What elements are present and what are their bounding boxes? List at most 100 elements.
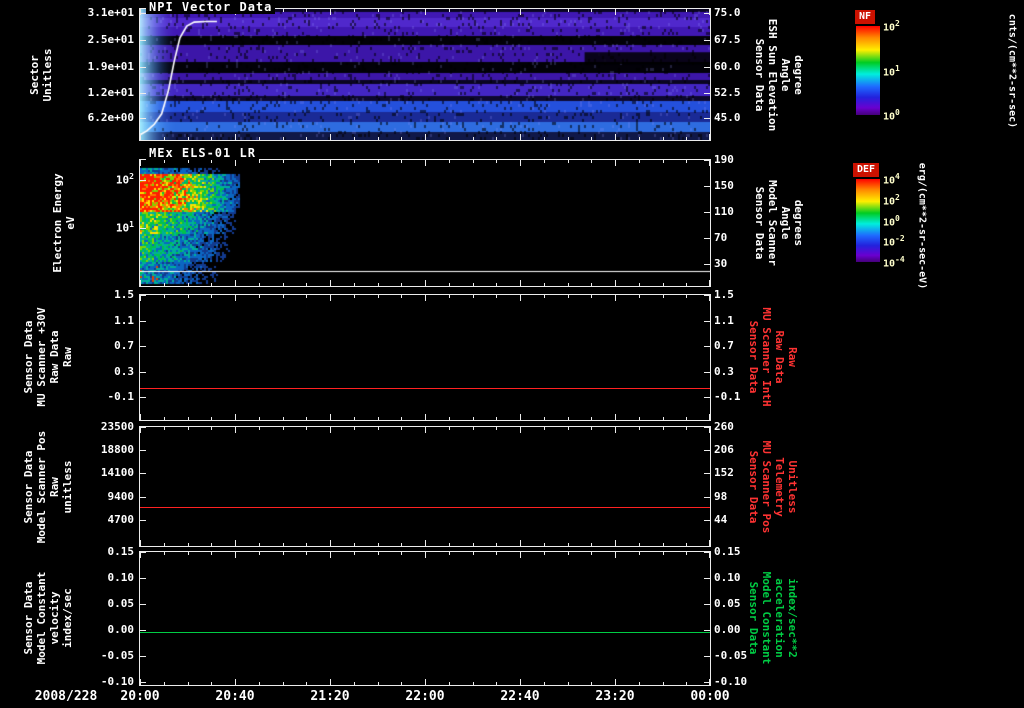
panel-npi-right-axis-label: Sensor Data ESH Sun Elevation Angle degr…: [753, 19, 805, 132]
x-tick-mark: [615, 160, 616, 166]
colorbar-tick-label: 10-4: [883, 255, 905, 270]
x-tick-mark: [615, 414, 616, 420]
x-tick-mark: [283, 543, 284, 546]
x-tick-mark: [473, 417, 474, 420]
x-tick-mark: [449, 295, 450, 298]
y-tick-mark: [704, 67, 710, 68]
x-tick-mark: [591, 160, 592, 163]
axis-label-line: ESH Sun Elevation: [766, 18, 779, 132]
x-tick-mark: [544, 9, 545, 12]
x-tick-mark: [568, 427, 569, 430]
x-tick-mark: [354, 417, 355, 420]
x-tick-mark: [140, 9, 141, 15]
x-tick-mark: [330, 134, 331, 140]
y-tick-mark: [140, 295, 146, 296]
x-tick-mark: [544, 283, 545, 286]
x-tick-mark: [401, 427, 402, 430]
x-tick-mark: [306, 427, 307, 430]
x-tick-mark: [709, 540, 710, 546]
x-tick-mark: [591, 295, 592, 298]
axis-label-line: Sensor Data: [753, 186, 766, 260]
data-line-scanner-pos: [140, 507, 710, 508]
axis-label-line: eV: [64, 216, 77, 230]
x-tick-mark: [330, 9, 331, 15]
x-tick-mark: [283, 283, 284, 286]
y-tick-mark: [140, 520, 146, 521]
y-tick-label: 2.5e+01: [87, 33, 134, 46]
colorbar-title-def: DEF: [853, 163, 880, 177]
axis-label-line: index/sec**2: [786, 578, 799, 658]
x-tick-mark: [663, 160, 664, 163]
x-axis-tick-label: 00:00: [690, 689, 730, 704]
x-tick-mark: [520, 552, 521, 558]
y-tick-mark: [140, 93, 146, 94]
x-tick-mark: [686, 543, 687, 546]
x-tick-mark: [164, 682, 165, 685]
x-tick-mark: [425, 552, 426, 558]
x-tick-mark: [544, 552, 545, 555]
x-tick-mark: [496, 137, 497, 140]
panel-els-title: MEx ELS-01 LR: [146, 146, 259, 160]
x-tick-mark: [140, 134, 141, 140]
y-tick-mark: [704, 238, 710, 239]
axis-label-line: Angle: [779, 58, 792, 92]
y-tick-mark: [704, 656, 710, 657]
axis-label-line: Sensor Data: [22, 581, 35, 655]
x-tick-mark: [663, 9, 664, 12]
colorbar-nf: [856, 26, 880, 115]
x-tick-mark: [211, 552, 212, 555]
axis-label-line: Telemetry: [773, 457, 786, 517]
axis-label-line: Unitless: [786, 460, 799, 514]
axis-label-line: Model Constant: [760, 571, 773, 665]
x-tick-mark: [639, 552, 640, 555]
x-tick-mark: [188, 417, 189, 420]
colorbar-tick-label: 100: [883, 108, 900, 123]
x-tick-mark: [164, 417, 165, 420]
x-axis-tick-label: 21:20: [310, 689, 350, 704]
x-tick-mark: [378, 543, 379, 546]
x-tick-mark: [330, 679, 331, 685]
plot-area-scanner-pos: [139, 426, 711, 547]
y-tick-mark: [704, 118, 710, 119]
y-tick-mark: [704, 473, 710, 474]
x-tick-mark: [639, 682, 640, 685]
x-tick-mark: [330, 160, 331, 166]
x-axis-tick-label: 22:00: [405, 689, 445, 704]
x-tick-mark: [378, 137, 379, 140]
x-tick-mark: [591, 283, 592, 286]
x-tick-mark: [591, 552, 592, 555]
x-tick-mark: [235, 134, 236, 140]
y-tick-label: -0.10: [714, 675, 748, 688]
x-axis-tick-label: 23:20: [595, 689, 635, 704]
y-tick-label: -0.10: [100, 675, 134, 688]
x-tick-mark: [378, 417, 379, 420]
y-tick-label: 1.5: [114, 288, 134, 301]
axis-label-line: Sensor Data: [747, 320, 760, 394]
axis-label-line: degrees: [792, 199, 805, 247]
y-tick-mark: [704, 186, 710, 187]
x-tick-mark: [330, 414, 331, 420]
x-tick-mark: [568, 283, 569, 286]
y-tick-mark: [704, 212, 710, 213]
colorbar-units-label: cnts/(cm**2-sr-sec): [1006, 13, 1018, 129]
plot-screen: NPI Vector Data MEx ELS-01 LR Sector Uni…: [0, 0, 1024, 708]
panel-30v-y-axis-label: Sensor Data MU Scanner +30V Raw Data Raw: [22, 307, 74, 406]
x-tick-mark: [235, 160, 236, 166]
y-tick-label: 0.15: [714, 545, 741, 558]
axis-label-line: Raw: [48, 477, 61, 497]
x-tick-mark: [378, 682, 379, 685]
x-tick-mark: [473, 427, 474, 430]
x-tick-mark: [615, 679, 616, 685]
y-tick-mark: [140, 630, 146, 631]
y-tick-mark: [704, 497, 710, 498]
x-tick-mark: [663, 137, 664, 140]
panel-els-right-axis-label: Sensor Data Model Scanner Angle degrees: [753, 180, 805, 266]
axis-label-line: index/sec: [61, 588, 74, 648]
x-tick-mark: [401, 543, 402, 546]
x-tick-mark: [639, 160, 640, 163]
x-tick-mark: [686, 295, 687, 298]
x-tick-mark: [496, 160, 497, 163]
data-line-model-constant: [140, 632, 710, 633]
x-tick-mark: [401, 160, 402, 163]
y-tick-mark: [140, 372, 146, 373]
